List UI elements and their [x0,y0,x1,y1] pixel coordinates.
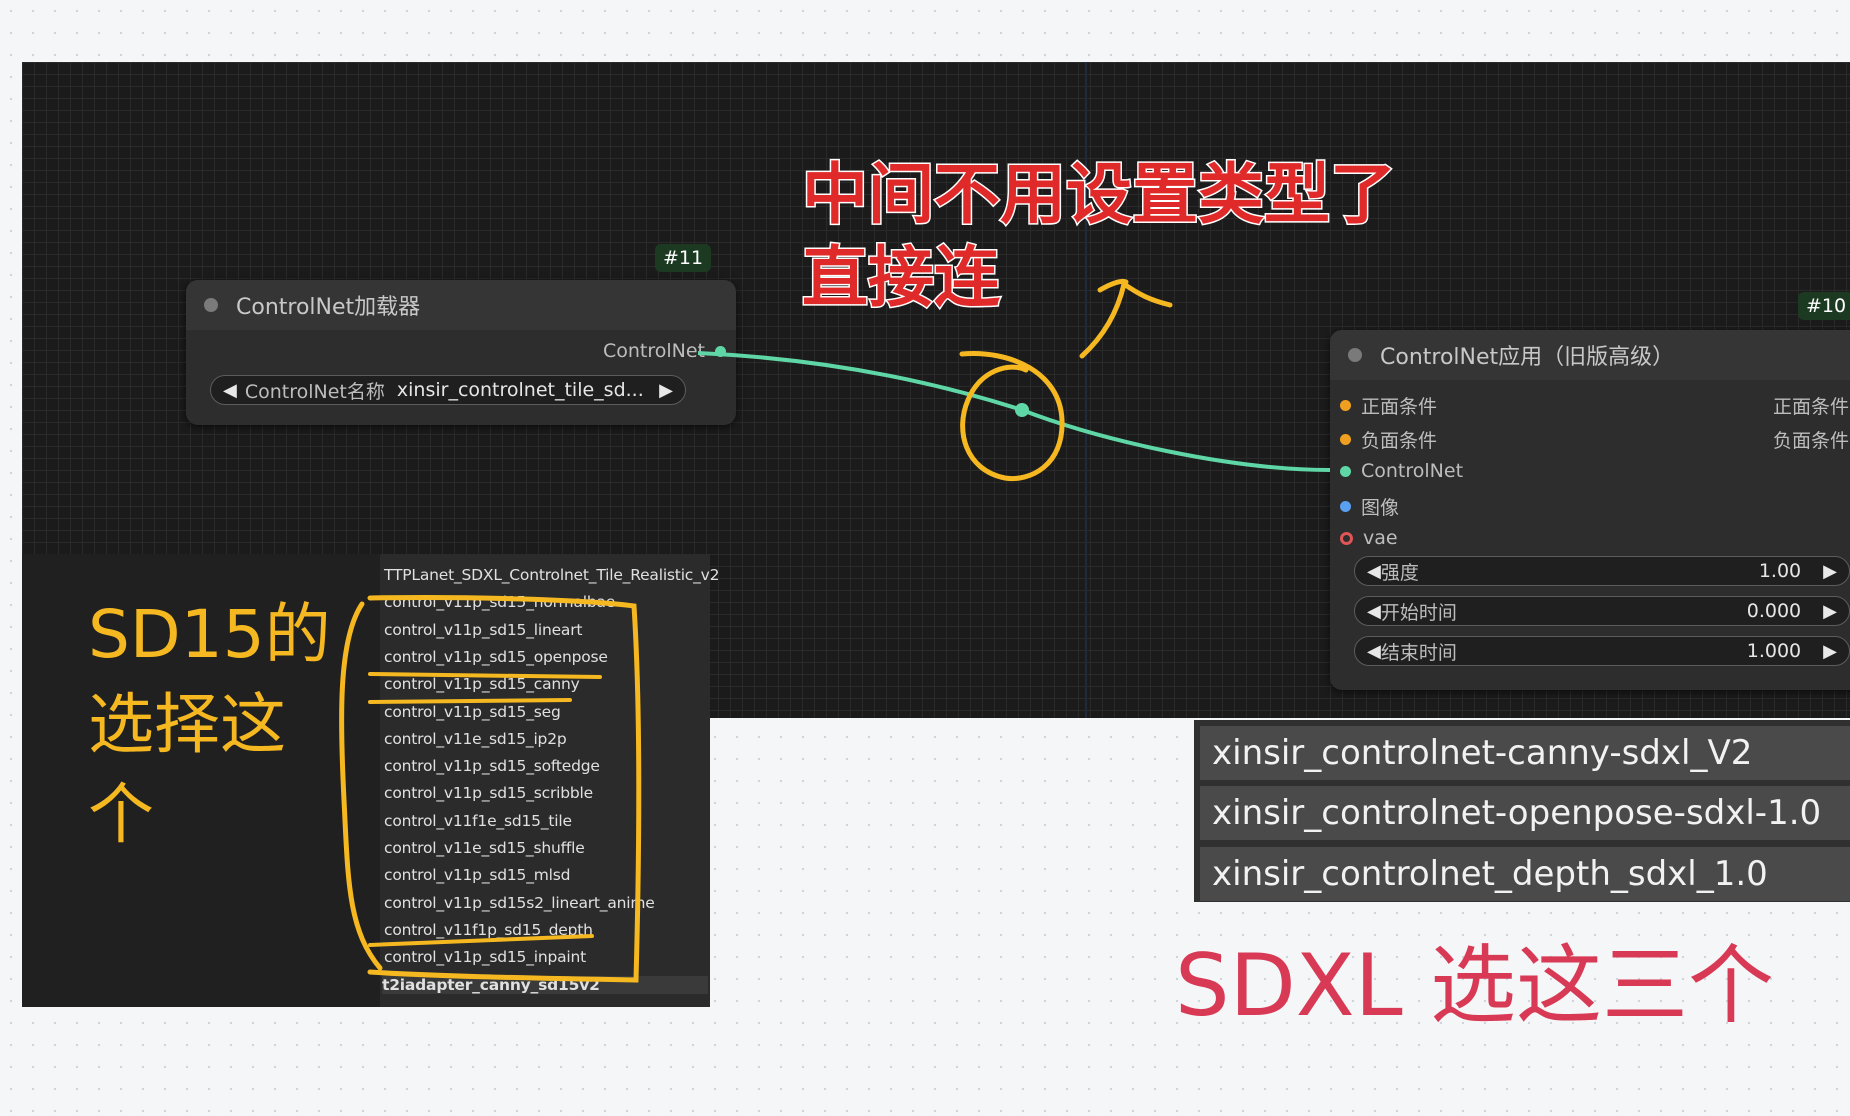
list-item[interactable]: xinsir_controlnet-canny-sdxl_V2 [1200,726,1850,780]
list-item[interactable]: TTPLanet_SDXL_Controlnet_Tile_Realistic_… [384,566,720,584]
widget-label: ControlNet名称 [244,380,385,403]
widget-value: 1.000 [1746,640,1802,662]
input-label: 负面条件 [1361,430,1438,452]
widget-value: 0.000 [1746,600,1802,622]
arrow-left-icon[interactable]: ◀ [1367,561,1381,582]
list-item[interactable]: control_v11p_sd15_inpaint [384,948,586,966]
sdxl-model-list: xinsir_controlnet-canny-sdxl_V2 xinsir_c… [1194,720,1850,902]
node-title: ControlNet应用（旧版高级） [1380,345,1675,370]
annotation-sdxl: SDXL 选这三个 [1175,936,1774,1036]
list-item[interactable]: control_v11p_sd15_lineart [384,621,582,639]
end-percent-widget[interactable]: ◀ 结束时间 1.000 ▶ [1354,636,1850,666]
node-id-badge: #11 [655,244,712,272]
arrow-right-icon[interactable]: ▶ [659,380,673,401]
input-label: ControlNet [1361,460,1464,482]
controlnet-apply-node[interactable]: ControlNet应用（旧版高级） 正面条件 负面条件 ControlNet … [1330,330,1850,690]
widget-value: xinsir_controlnet_tile_sd... [396,379,644,401]
input-connector-dot[interactable] [1340,434,1351,445]
node-collapse-dot[interactable] [1348,348,1362,362]
node-header[interactable]: ControlNet应用（旧版高级） [1330,330,1850,380]
list-item[interactable]: control_v11p_sd15_seg [384,703,561,721]
output-label: 负面条件 [1772,430,1849,452]
strength-widget[interactable]: ◀ 强度 1.00 ▶ [1354,556,1850,586]
output-slot-negative[interactable]: 负面条件 [1773,426,1850,453]
list-item[interactable]: control_v11p_sd15s2_lineart_anime [384,894,655,912]
controlnet-name-combo[interactable]: ◀ ControlNet名称 xinsir_controlnet_tile_sd… [210,375,686,405]
list-item[interactable]: control_v11p_sd15_canny [384,675,580,693]
input-connector-dot[interactable] [1340,400,1351,411]
output-slot-positive[interactable]: 正面条件 [1773,392,1850,419]
list-item[interactable]: control_v11f1e_sd15_tile [384,812,572,830]
arrow-left-icon[interactable]: ◀ [223,380,237,401]
arrow-right-icon[interactable]: ▶ [1823,561,1837,582]
output-label: 正面条件 [1772,396,1849,418]
node-id-badge: #10 [1798,292,1850,320]
list-item[interactable]: control_v11f1p_sd15_depth [384,921,593,939]
annotation-red-line2: 直接连 [801,238,1002,318]
node-title: ControlNet加载器 [236,295,421,320]
list-item[interactable]: xinsir_controlnet_depth_sdxl_1.0 [1200,847,1850,901]
input-label: vae [1363,527,1398,549]
input-slot-negative[interactable]: 负面条件 [1340,426,1437,453]
list-item[interactable]: control_v11e_sd15_shuffle [384,839,585,857]
input-connector-dot[interactable] [1340,531,1353,545]
input-slot-controlnet[interactable]: ControlNet [1340,460,1463,482]
annotation-sd15-line2: 选择这 [88,686,286,763]
input-connector-dot[interactable] [1340,501,1351,512]
arrow-left-icon[interactable]: ◀ [1367,601,1381,622]
input-label: 正面条件 [1361,396,1438,418]
input-slot-image[interactable]: 图像 [1340,493,1399,520]
input-label: 图像 [1361,497,1400,519]
list-item[interactable]: t2iadapter_canny_sd15v2 [382,975,708,994]
annotation-sd15-line3: 个 [88,776,154,853]
output-slot-controlnet[interactable]: ControlNet [603,340,726,362]
output-label: ControlNet [602,340,705,362]
list-item[interactable]: control_v11p_sd15_mlsd [384,866,570,884]
list-item[interactable]: control_v11p_sd15_softedge [384,757,600,775]
list-item[interactable]: control_v11p_sd15_scribble [384,784,593,802]
input-connector-dot[interactable] [1340,465,1351,477]
node-header[interactable]: ControlNet加载器 [186,280,736,330]
node-collapse-dot[interactable] [204,298,218,312]
widget-label: 结束时间 [1380,641,1457,664]
start-percent-widget[interactable]: ◀ 开始时间 0.000 ▶ [1354,596,1850,626]
arrow-right-icon[interactable]: ▶ [1823,601,1837,622]
annotation-sd15-line1: SD15的 [88,596,331,673]
arrow-left-icon[interactable]: ◀ [1367,641,1381,662]
list-item[interactable]: control_v11e_sd15_ip2p [384,730,567,748]
annotation-red-line1: 中间不用设置类型了 [801,155,1398,235]
output-connector-dot[interactable] [715,345,726,357]
widget-value: 1.00 [1758,560,1802,582]
list-item[interactable]: control_v11p_sd15_openpose [384,648,608,666]
arrow-right-icon[interactable]: ▶ [1823,641,1837,662]
list-item[interactable]: xinsir_controlnet-openpose-sdxl-1.0 [1200,786,1850,840]
input-slot-vae[interactable]: vae [1340,527,1398,549]
widget-label: 强度 [1380,561,1419,584]
input-slot-positive[interactable]: 正面条件 [1340,392,1437,419]
list-item[interactable]: control_v11p_sd15_normalbae [384,593,615,611]
widget-label: 开始时间 [1380,601,1457,624]
controlnet-loader-node[interactable]: ControlNet加载器 ControlNet ◀ ControlNet名称 … [186,280,736,425]
